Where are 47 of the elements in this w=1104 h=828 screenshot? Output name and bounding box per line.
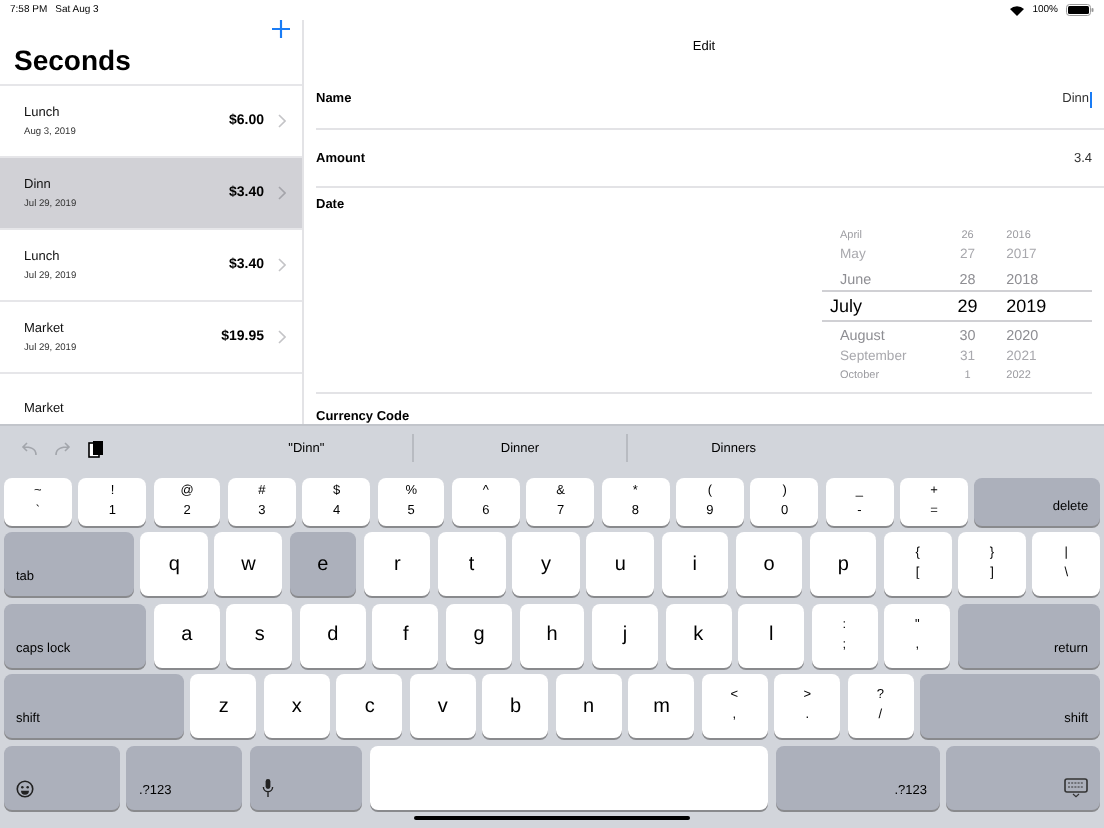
smiley-icon [16, 779, 34, 797]
key[interactable]: z [190, 674, 257, 738]
emoji-key[interactable] [4, 745, 120, 809]
key[interactable]: j [592, 603, 658, 667]
chevron-icon [278, 258, 286, 272]
key[interactable]: i [661, 532, 729, 596]
key[interactable]: t [438, 532, 506, 596]
clipboard-icon[interactable] [88, 439, 104, 457]
key[interactable]: e [289, 532, 357, 596]
key[interactable]: o [735, 532, 803, 596]
key[interactable]: d [299, 603, 366, 667]
picker-month[interactable]: July [822, 296, 941, 317]
add-button[interactable] [272, 20, 290, 38]
chevron-icon [278, 330, 286, 344]
microphone-icon [261, 777, 274, 797]
key[interactable]: a [153, 603, 220, 667]
key[interactable]: u [586, 532, 654, 596]
space-bar[interactable] [369, 745, 769, 809]
wifi-icon [1010, 5, 1025, 15]
key[interactable]: q [140, 532, 208, 596]
key[interactable]: r [363, 532, 431, 596]
key[interactable]: m [628, 674, 695, 738]
key[interactable]: g [446, 603, 512, 667]
microphone-key[interactable] [249, 745, 363, 809]
key[interactable]: v [409, 674, 476, 738]
key[interactable]: k [665, 603, 732, 667]
chevron-icon [278, 186, 286, 200]
sidebar-title: Seconds [0, 38, 302, 86]
key[interactable]: l [738, 603, 805, 667]
picker-year[interactable]: 2019 [994, 296, 1092, 317]
hide-keyboard-key[interactable] [946, 745, 1100, 809]
key[interactable]: w [214, 532, 283, 596]
chevron-icon [278, 114, 286, 128]
key[interactable]: b [482, 674, 549, 738]
key[interactable]: y [512, 532, 580, 596]
key[interactable]: s [226, 603, 293, 667]
redo-icon[interactable] [54, 441, 72, 455]
battery-icon [1066, 4, 1094, 16]
key[interactable]: h [519, 603, 585, 667]
keyboard-icon [1064, 777, 1088, 797]
key[interactable]: p [809, 532, 877, 596]
key[interactable]: c [336, 674, 403, 738]
undo-icon[interactable] [20, 441, 38, 455]
key[interactable]: n [555, 674, 622, 738]
key[interactable]: x [263, 674, 330, 738]
key[interactable]: f [372, 603, 439, 667]
picker-day[interactable]: 29 [940, 296, 995, 317]
